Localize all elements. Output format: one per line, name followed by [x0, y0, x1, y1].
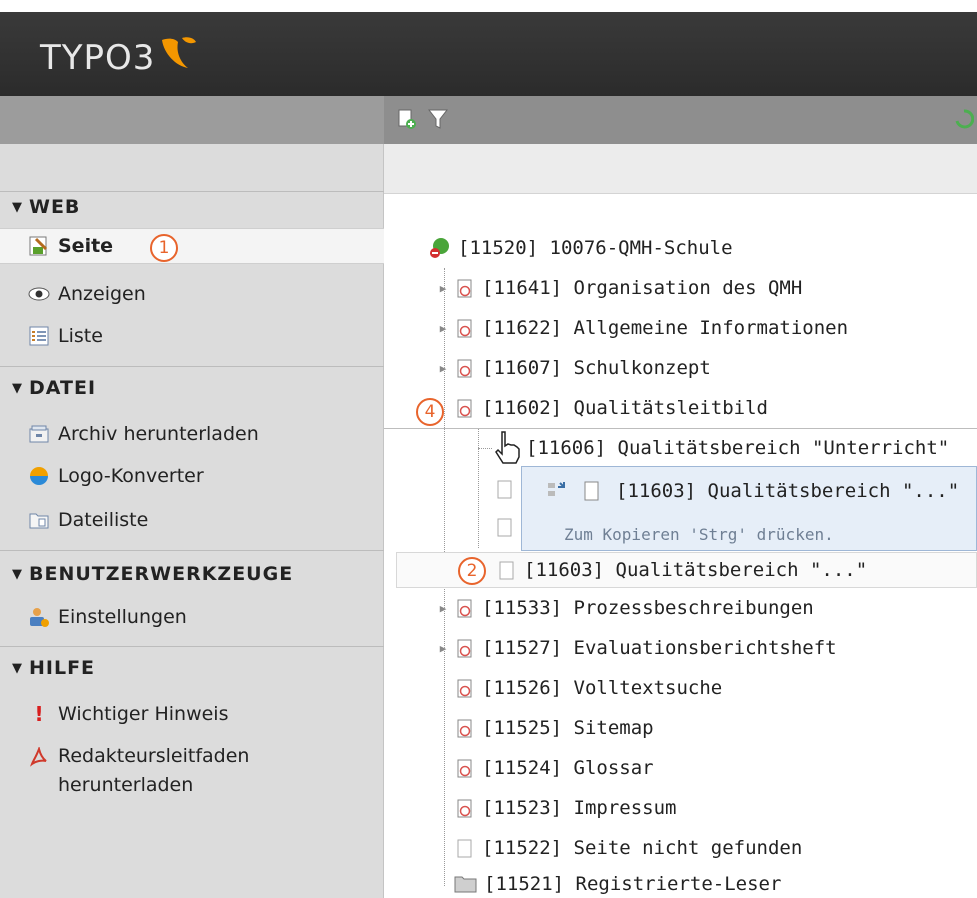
page-icon — [497, 480, 512, 499]
expand-arrow-icon[interactable]: ▶ — [438, 642, 448, 655]
logo-converter-icon — [28, 465, 50, 487]
module-item-label-line2: herunterladen — [58, 774, 194, 796]
page-icon — [497, 518, 512, 537]
tree-node[interactable]: ▶ [11641] Organisation des QMH — [438, 272, 803, 304]
drag-tooltip: [11603] Qualitätsbereich "..." Zum Kopie… — [521, 466, 977, 551]
page-restricted-icon — [457, 719, 472, 738]
folder-icon — [454, 876, 477, 893]
module-item-wichtiger-hinweis[interactable]: ! Wichtiger Hinweis — [28, 696, 378, 732]
tree-node[interactable]: ▶ [11527] Evaluationsberichtsheft — [438, 632, 837, 664]
funnel-icon[interactable] — [428, 108, 448, 130]
move-copy-icon — [548, 482, 565, 496]
section-datei[interactable]: ▼ DATEI — [12, 377, 96, 399]
tree-node[interactable]: [11523] Impressum — [454, 792, 676, 824]
drop-separator-line — [384, 428, 977, 429]
page-restricted-icon — [457, 799, 472, 818]
tree-node[interactable]: [11526] Volltextsuche — [454, 672, 722, 704]
collapse-triangle-icon: ▼ — [12, 566, 23, 582]
new-page-icon[interactable] — [396, 108, 418, 130]
page-icon — [457, 839, 472, 858]
tooltip-title: [11603] Qualitätsbereich "..." — [616, 480, 960, 502]
page-icon — [499, 561, 514, 580]
tree-guide-line — [478, 428, 479, 548]
annotation-badge-1: 1 — [150, 234, 178, 262]
pdf-icon — [28, 746, 50, 768]
page-icon — [584, 481, 599, 501]
divider — [0, 191, 384, 192]
refresh-icon[interactable] — [954, 108, 974, 130]
tree-node[interactable]: [11524] Glossar — [454, 752, 654, 784]
tree-node[interactable]: [11522] Seite nicht gefunden — [454, 832, 802, 864]
module-item-einstellungen[interactable]: Einstellungen — [28, 599, 378, 635]
page-restricted-icon — [457, 679, 472, 698]
tree-node[interactable]: [11606] Qualitätsbereich "Unterricht" — [526, 432, 949, 464]
expand-arrow-icon[interactable]: ▶ — [438, 602, 448, 615]
divider — [0, 550, 384, 551]
folder-list-icon — [28, 509, 50, 531]
tree-node[interactable]: ▶ [11622] Allgemeine Informationen — [438, 312, 848, 344]
page-tree-subbar — [384, 144, 977, 194]
user-settings-icon — [28, 606, 50, 628]
page-restricted-icon — [457, 319, 472, 338]
module-item-dateiliste[interactable]: Dateiliste — [28, 502, 378, 538]
tree-root-node[interactable]: [11520] 10076-QMH-Schule — [428, 232, 733, 264]
page-module-icon — [28, 235, 50, 257]
page-restricted-icon — [457, 639, 472, 658]
expand-arrow-icon[interactable]: ▶ — [438, 282, 448, 295]
module-item-label-line1: Redakteursleitfaden — [58, 745, 250, 767]
tree-node[interactable]: [11525] Sitemap — [454, 712, 654, 744]
tree-node[interactable]: ▶ [11607] Schulkonzept — [438, 352, 711, 384]
page-tree-toolbar — [384, 96, 977, 144]
module-item-anzeigen[interactable]: Anzeigen — [28, 276, 378, 312]
expand-arrow-icon[interactable]: ▶ — [438, 362, 448, 375]
module-menu: ▼ WEB Seite 1 Anzeigen Liste ▼ DATEI Arc… — [0, 96, 384, 898]
divider — [0, 646, 384, 647]
left-toolbar — [0, 96, 384, 144]
typo3-logo-icon — [162, 37, 196, 68]
collapse-triangle-icon: ▼ — [12, 380, 23, 396]
top-bar: TYPO3 — [0, 0, 977, 96]
module-item-redakteursleitfaden[interactable]: Redakteursleitfaden herunterladen — [28, 742, 378, 802]
hand-cursor-icon — [495, 431, 520, 464]
module-item-archiv[interactable]: Archiv herunterladen — [28, 416, 378, 452]
tree-node[interactable]: [11602] Qualitätsleitbild — [454, 392, 768, 424]
module-item-logo-konverter[interactable]: Logo-Konverter — [28, 458, 378, 494]
tree-node[interactable]: [11521] Registrierte-Leser — [454, 868, 781, 898]
section-hilfe[interactable]: ▼ HILFE — [12, 657, 95, 679]
archive-icon — [28, 423, 50, 445]
page-restricted-icon — [457, 759, 472, 778]
page-restricted-icon — [457, 599, 472, 618]
module-item-liste[interactable]: Liste — [28, 318, 378, 354]
section-benutzerwerkzeuge[interactable]: ▼ BENUTZERWERKZEUGE — [12, 563, 293, 585]
page-restricted-icon — [457, 359, 472, 378]
divider — [0, 366, 384, 367]
module-item-seite[interactable]: Seite — [0, 228, 384, 264]
tree-node-drop-preview[interactable]: [11603] Qualitätsbereich "..." — [496, 554, 867, 586]
collapse-triangle-icon: ▼ — [12, 660, 23, 676]
page-restricted-icon — [457, 399, 472, 418]
eye-icon — [28, 283, 50, 305]
expand-arrow-icon[interactable]: ▶ — [438, 322, 448, 335]
list-icon — [28, 325, 50, 347]
tree-node[interactable]: ▶ [11533] Prozessbeschreibungen — [438, 592, 814, 624]
collapse-triangle-icon: ▼ — [12, 199, 23, 215]
exclamation-icon: ! — [34, 702, 44, 726]
tree-guide-line — [478, 448, 492, 449]
globe-site-icon — [430, 238, 449, 258]
annotation-badge-2: 2 — [458, 557, 486, 585]
section-web[interactable]: ▼ WEB — [12, 196, 80, 218]
annotation-badge-4: 4 — [416, 398, 444, 426]
tooltip-hint: Zum Kopieren 'Strg' drücken. — [564, 525, 834, 544]
typo3-logo-text: TYPO3 — [40, 38, 156, 78]
page-restricted-icon — [457, 279, 472, 298]
